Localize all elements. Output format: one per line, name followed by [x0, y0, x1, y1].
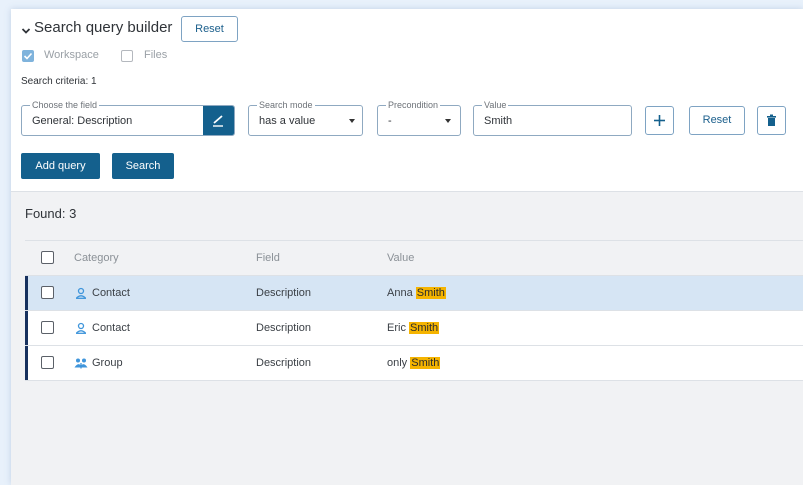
plus-icon — [654, 115, 665, 126]
row-indicator — [25, 311, 28, 345]
chevron-down-icon — [445, 119, 451, 123]
collapse-chevron-icon[interactable] — [21, 23, 31, 34]
table-row[interactable]: Group Description only Smith — [25, 346, 803, 381]
precondition-value: - — [388, 115, 392, 127]
choose-field-legend: Choose the field — [30, 99, 100, 111]
value-input[interactable]: Value Smith — [473, 99, 632, 136]
add-criterion-button[interactable] — [645, 106, 674, 135]
table-header: Category Field Value — [25, 240, 803, 276]
row-category: Contact — [92, 322, 130, 334]
results-section: Found: 3 Category Field Value Contact De… — [11, 191, 803, 485]
row-field: Description — [256, 357, 312, 369]
files-label: Files — [144, 49, 168, 61]
row-checkbox[interactable] — [41, 321, 54, 334]
workspace-checkbox[interactable] — [22, 50, 34, 62]
reset-builder-button[interactable]: Reset — [181, 16, 238, 42]
match-highlight: Smith — [415, 287, 446, 299]
row-checkbox[interactable] — [41, 286, 54, 299]
query-builder-section: Search query builder Reset Workspace Fil… — [11, 9, 803, 191]
delete-criterion-button[interactable] — [757, 106, 786, 135]
add-query-button[interactable]: Add query — [21, 153, 100, 179]
table-row[interactable]: Contact Description Eric Smith — [25, 311, 803, 346]
choose-field-select[interactable]: Choose the field General: Description — [21, 99, 235, 136]
row-category: Group — [92, 357, 123, 369]
row-value: only Smith — [387, 357, 441, 369]
page-title: Search query builder — [34, 19, 173, 36]
group-icon — [74, 356, 88, 374]
row-indicator — [25, 346, 28, 380]
value-prefix: Anna — [387, 287, 416, 299]
value-legend: Value — [482, 99, 509, 111]
search-panel: Search query builder Reset Workspace Fil… — [11, 9, 803, 485]
value-prefix: only — [387, 357, 411, 369]
search-mode-select[interactable]: Search mode has a value — [248, 99, 363, 136]
row-category: Contact — [92, 287, 130, 299]
value-text: Smith — [484, 115, 513, 127]
reset-criterion-button[interactable]: Reset — [689, 106, 745, 135]
trash-icon — [767, 114, 776, 126]
row-value: Anna Smith — [387, 287, 446, 299]
pencil-icon — [213, 115, 223, 127]
row-field: Description — [256, 322, 312, 334]
value-prefix: Eric — [387, 322, 409, 334]
search-button[interactable]: Search — [112, 153, 174, 179]
precondition-legend: Precondition — [386, 99, 441, 111]
match-highlight: Smith — [409, 322, 440, 334]
precondition-select[interactable]: Precondition - — [377, 99, 461, 136]
contact-icon — [75, 286, 87, 304]
files-checkbox[interactable] — [121, 50, 133, 62]
column-header-field[interactable]: Field — [256, 252, 280, 264]
column-header-value[interactable]: Value — [387, 252, 414, 264]
match-highlight: Smith — [410, 357, 441, 369]
chevron-down-icon — [349, 119, 355, 123]
row-field: Description — [256, 287, 312, 299]
select-all-checkbox[interactable] — [41, 251, 54, 264]
choose-field-value: General: Description — [32, 115, 133, 127]
search-criteria-count: Search criteria: 1 — [21, 76, 97, 87]
row-value: Eric Smith — [387, 322, 440, 334]
search-mode-value: has a value — [259, 115, 316, 127]
results-table: Category Field Value Contact Description… — [25, 240, 803, 381]
contact-icon — [75, 321, 87, 339]
results-count: Found: 3 — [25, 206, 77, 221]
table-row[interactable]: Contact Description Anna Smith — [25, 276, 803, 311]
row-checkbox[interactable] — [41, 356, 54, 369]
column-header-category[interactable]: Category — [74, 252, 119, 264]
edit-field-button[interactable] — [203, 106, 234, 135]
search-mode-legend: Search mode — [257, 99, 315, 111]
workspace-label: Workspace — [44, 49, 99, 61]
selection-indicator — [25, 276, 28, 310]
